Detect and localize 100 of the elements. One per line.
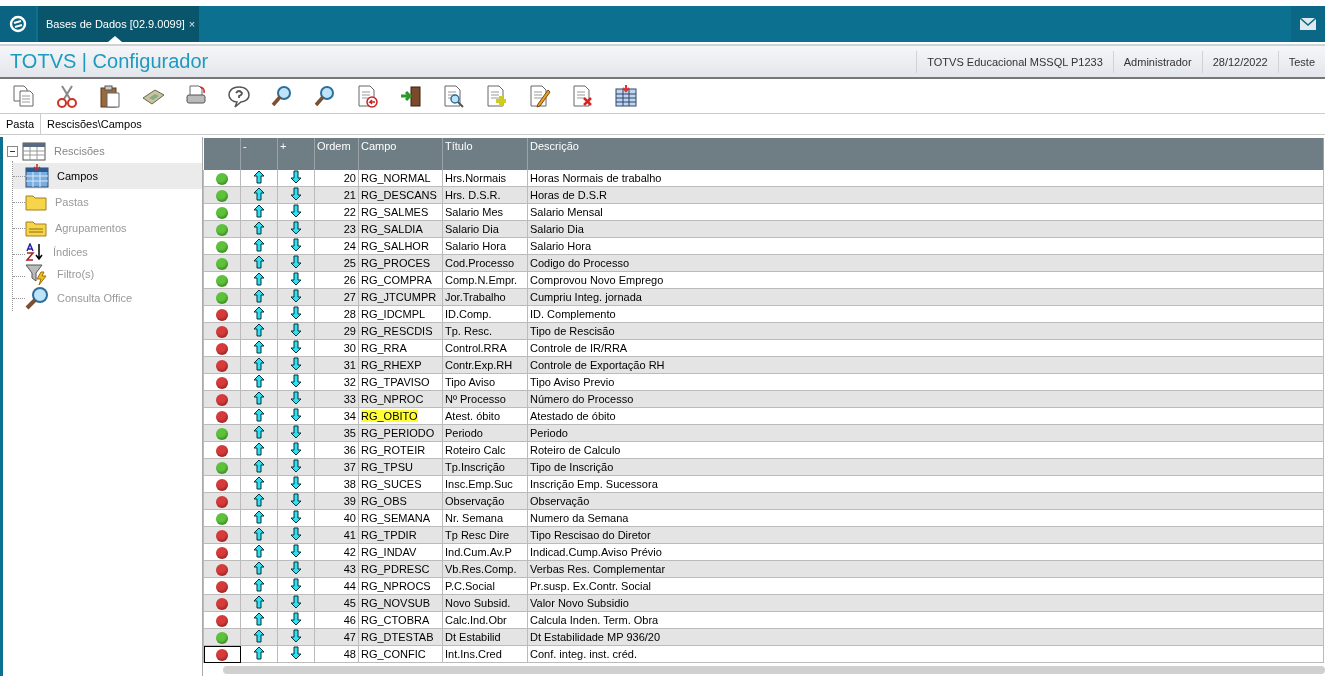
status-cell[interactable]: [203, 407, 241, 425]
status-cell[interactable]: [203, 441, 241, 459]
down-arrow-icon[interactable]: [290, 442, 302, 456]
status-cell[interactable]: [203, 305, 241, 323]
up-arrow-icon[interactable]: [253, 170, 265, 184]
column-header[interactable]: Campo: [358, 138, 443, 170]
down-arrow-icon[interactable]: [290, 561, 302, 575]
up-arrow-icon[interactable]: [253, 238, 265, 252]
up-arrow-icon[interactable]: [253, 357, 265, 371]
up-arrow-icon[interactable]: [253, 527, 265, 541]
status-cell[interactable]: [203, 509, 241, 527]
up-arrow-icon[interactable]: [253, 187, 265, 201]
down-arrow-icon[interactable]: [290, 221, 302, 235]
down-arrow-icon[interactable]: [290, 255, 302, 269]
copy-icon[interactable]: [12, 84, 36, 108]
down-arrow-icon[interactable]: [290, 612, 302, 626]
down-arrow-icon[interactable]: [290, 374, 302, 388]
down-arrow-icon[interactable]: [290, 629, 302, 643]
tree-item[interactable]: Filtro(s): [13, 263, 202, 285]
table-icon[interactable]: [614, 84, 638, 108]
exit-icon[interactable]: [399, 84, 423, 108]
column-header[interactable]: Ordem: [314, 138, 359, 170]
status-cell[interactable]: [203, 203, 241, 221]
mail-icon[interactable]: [1300, 18, 1316, 30]
tree-item[interactable]: Consulta Office: [13, 285, 202, 311]
up-arrow-icon[interactable]: [253, 612, 265, 626]
up-arrow-icon[interactable]: [253, 544, 265, 558]
preview-icon[interactable]: [442, 84, 466, 108]
down-arrow-icon[interactable]: [290, 391, 302, 405]
search-icon[interactable]: [313, 84, 337, 108]
tree-item[interactable]: Rescisões: [50, 145, 105, 157]
down-arrow-icon[interactable]: [290, 544, 302, 558]
up-arrow-icon[interactable]: [253, 323, 265, 337]
down-arrow-icon[interactable]: [290, 204, 302, 218]
up-arrow-icon[interactable]: [253, 425, 265, 439]
up-arrow-icon[interactable]: [253, 391, 265, 405]
column-header[interactable]: -: [240, 138, 278, 170]
up-arrow-icon[interactable]: [253, 493, 265, 507]
up-arrow-icon[interactable]: [253, 442, 265, 456]
up-arrow-icon[interactable]: [253, 204, 265, 218]
status-cell[interactable]: [203, 271, 241, 289]
up-arrow-icon[interactable]: [253, 306, 265, 320]
up-arrow-icon[interactable]: [253, 374, 265, 388]
up-arrow-icon[interactable]: [253, 272, 265, 286]
paste-icon[interactable]: [98, 84, 122, 108]
status-cell[interactable]: [203, 475, 241, 493]
status-cell[interactable]: [203, 611, 241, 629]
down-arrow-icon[interactable]: [290, 357, 302, 371]
tree-item[interactable]: Agrupamentos: [13, 215, 202, 241]
tree-item[interactable]: Índices: [13, 241, 202, 263]
down-arrow-icon[interactable]: [290, 578, 302, 592]
tab[interactable]: Bases de Dados [02.9.0099] ×: [38, 6, 200, 42]
up-arrow-icon[interactable]: [253, 255, 265, 269]
down-arrow-icon[interactable]: [290, 170, 302, 184]
status-cell[interactable]: [203, 237, 241, 255]
up-arrow-icon[interactable]: [253, 646, 265, 660]
up-arrow-icon[interactable]: [253, 408, 265, 422]
down-arrow-icon[interactable]: [290, 289, 302, 303]
down-arrow-icon[interactable]: [290, 425, 302, 439]
status-cell[interactable]: [203, 645, 241, 663]
collapse-toggle[interactable]: [7, 145, 18, 157]
status-cell[interactable]: [203, 373, 241, 391]
up-arrow-icon[interactable]: [253, 221, 265, 235]
tree-item[interactable]: Campos: [13, 163, 202, 189]
down-arrow-icon[interactable]: [290, 306, 302, 320]
up-arrow-icon[interactable]: [253, 578, 265, 592]
down-arrow-icon[interactable]: [290, 323, 302, 337]
down-arrow-icon[interactable]: [290, 510, 302, 524]
down-arrow-icon[interactable]: [290, 459, 302, 473]
up-arrow-icon[interactable]: [253, 510, 265, 524]
column-header[interactable]: +: [277, 138, 315, 170]
scrollbar[interactable]: [223, 666, 1325, 674]
column-header[interactable]: Título: [442, 138, 528, 170]
up-arrow-icon[interactable]: [253, 629, 265, 643]
up-arrow-icon[interactable]: [253, 459, 265, 473]
down-arrow-icon[interactable]: [290, 187, 302, 201]
search-icon[interactable]: [270, 84, 294, 108]
help-icon[interactable]: [227, 84, 251, 108]
delete-icon[interactable]: [571, 84, 595, 108]
column-header[interactable]: Descrição: [527, 138, 1324, 170]
close-button[interactable]: ×: [188, 18, 196, 30]
up-arrow-icon[interactable]: [253, 476, 265, 490]
down-arrow-icon[interactable]: [290, 646, 302, 660]
up-arrow-icon[interactable]: [253, 340, 265, 354]
down-arrow-icon[interactable]: [290, 595, 302, 609]
down-arrow-icon[interactable]: [290, 408, 302, 422]
down-arrow-icon[interactable]: [290, 340, 302, 354]
down-arrow-icon[interactable]: [290, 476, 302, 490]
down-arrow-icon[interactable]: [290, 493, 302, 507]
list-icon[interactable]: [356, 84, 380, 108]
status-cell[interactable]: [203, 543, 241, 561]
status-cell[interactable]: [203, 170, 241, 187]
down-arrow-icon[interactable]: [290, 527, 302, 541]
edit-icon[interactable]: [528, 84, 552, 108]
cut-icon[interactable]: [55, 84, 79, 108]
tree-item[interactable]: Pastas: [13, 189, 202, 215]
down-arrow-icon[interactable]: [290, 238, 302, 252]
up-arrow-icon[interactable]: [253, 595, 265, 609]
status-cell[interactable]: [203, 339, 241, 357]
up-arrow-icon[interactable]: [253, 561, 265, 575]
